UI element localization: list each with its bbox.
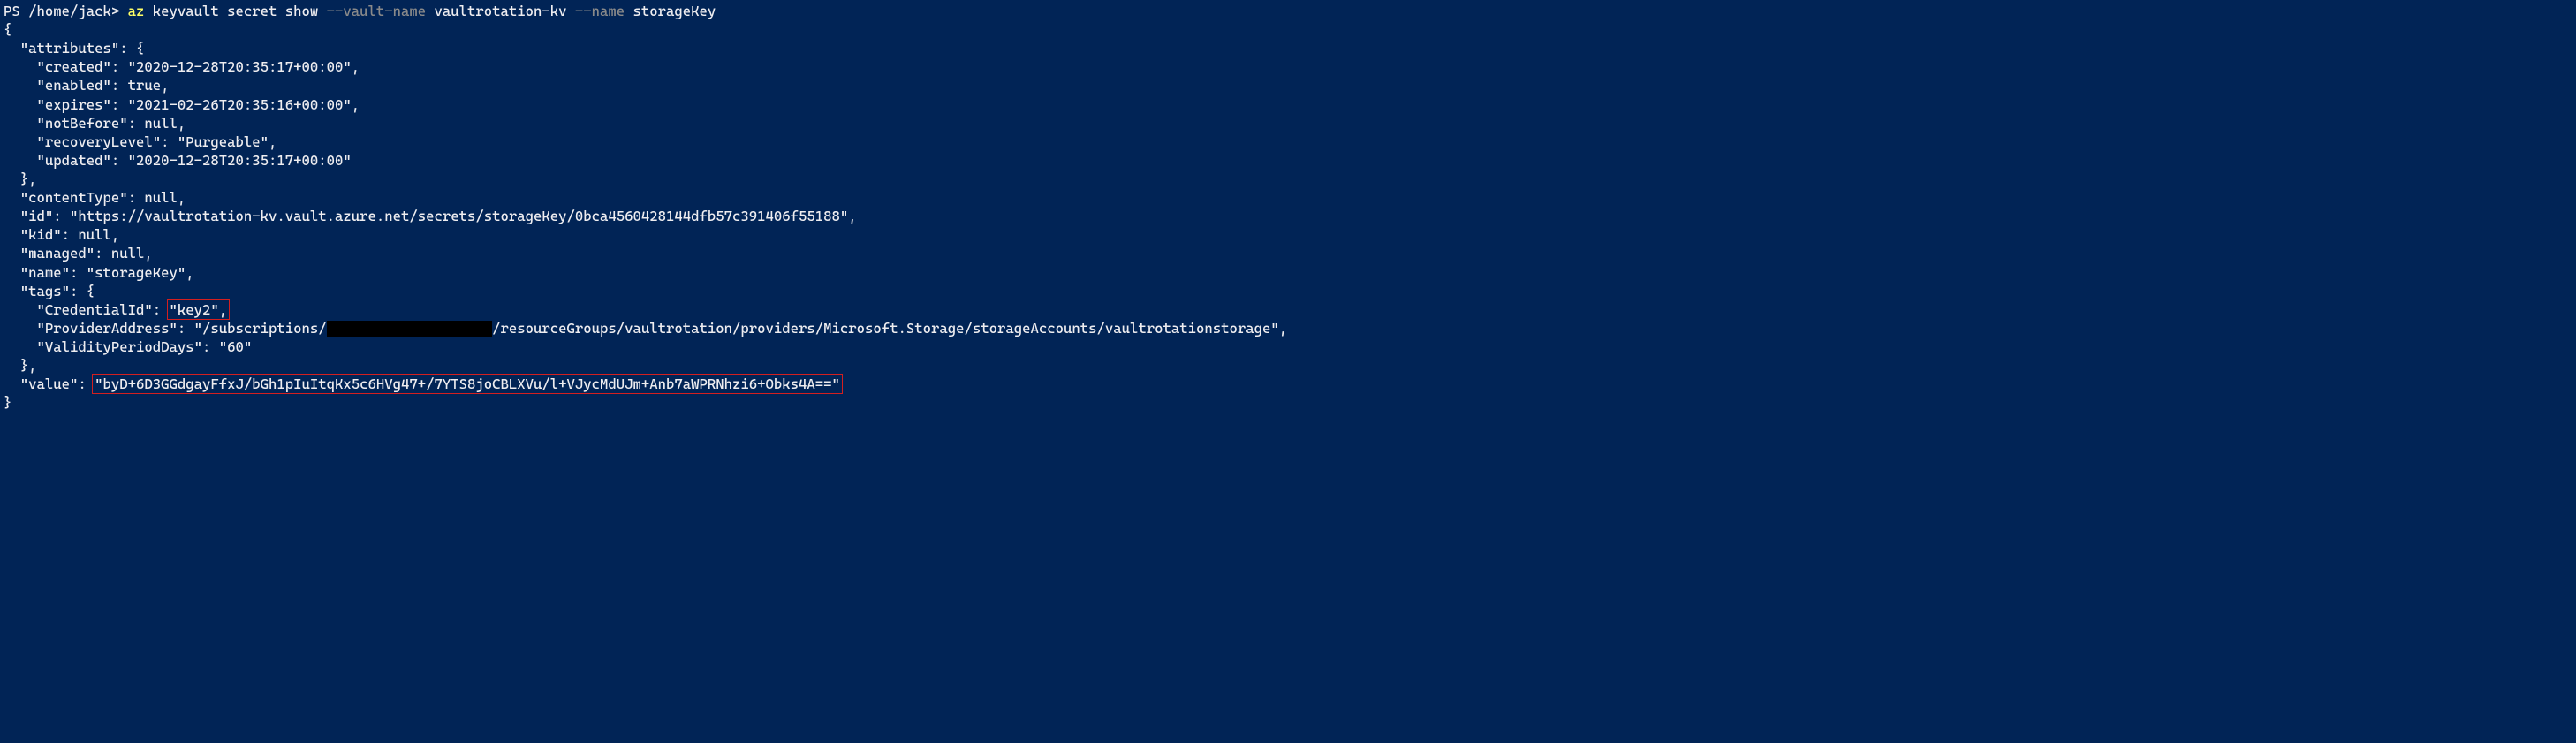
json-line: "expires": "2021-02-26T20:35:16+00:00", bbox=[4, 96, 360, 113]
json-line: "contentType": null, bbox=[4, 189, 186, 206]
arg-name: --name bbox=[575, 3, 625, 19]
json-line: } bbox=[4, 394, 11, 411]
arg-name-value: storageKey bbox=[625, 3, 716, 19]
json-line: "notBefore": null, bbox=[4, 115, 186, 132]
redacted-subscription-id bbox=[327, 321, 493, 337]
json-line: "created": "2020-12-28T20:35:17+00:00", bbox=[4, 58, 360, 75]
json-line: "kid": null, bbox=[4, 226, 119, 243]
arg-vault-name-value: vaultrotation-kv bbox=[426, 3, 575, 19]
highlight-credential-id: "key2", bbox=[167, 299, 231, 320]
json-line: }, bbox=[4, 357, 37, 374]
json-line: "attributes": { bbox=[4, 40, 144, 57]
highlight-secret-value: "byD+6D3GGdgayFfxJ/bGh1pIuItqKx5c6HVg47+… bbox=[92, 374, 843, 394]
json-line: "enabled": true, bbox=[4, 77, 170, 94]
ps-prompt: PS /home/jack> bbox=[4, 3, 128, 19]
json-line: "updated": "2020-12-28T20:35:17+00:00" bbox=[4, 152, 352, 169]
json-line-prefix: "value": bbox=[4, 375, 95, 392]
json-line: "tags": { bbox=[4, 283, 95, 299]
json-line-prefix: "ProviderAddress": "/subscriptions/ bbox=[4, 320, 327, 337]
command-az: az bbox=[128, 3, 145, 19]
command-subcommand: keyvault secret show bbox=[144, 3, 326, 19]
json-line: "managed": null, bbox=[4, 245, 153, 262]
json-line: "id": "https://vaultrotation-kv.vault.az… bbox=[4, 208, 857, 224]
json-line: }, bbox=[4, 171, 37, 187]
json-line: "recoveryLevel": "Purgeable", bbox=[4, 133, 277, 150]
json-line: "name": "storageKey", bbox=[4, 264, 194, 281]
json-line-suffix: /resourceGroups/vaultrotation/providers/… bbox=[492, 320, 1287, 337]
arg-vault-name: --vault-name bbox=[327, 3, 427, 19]
json-line: { bbox=[4, 21, 11, 38]
json-line-prefix: "CredentialId": bbox=[4, 301, 170, 318]
json-line: "ValidityPeriodDays": "60" bbox=[4, 338, 252, 355]
